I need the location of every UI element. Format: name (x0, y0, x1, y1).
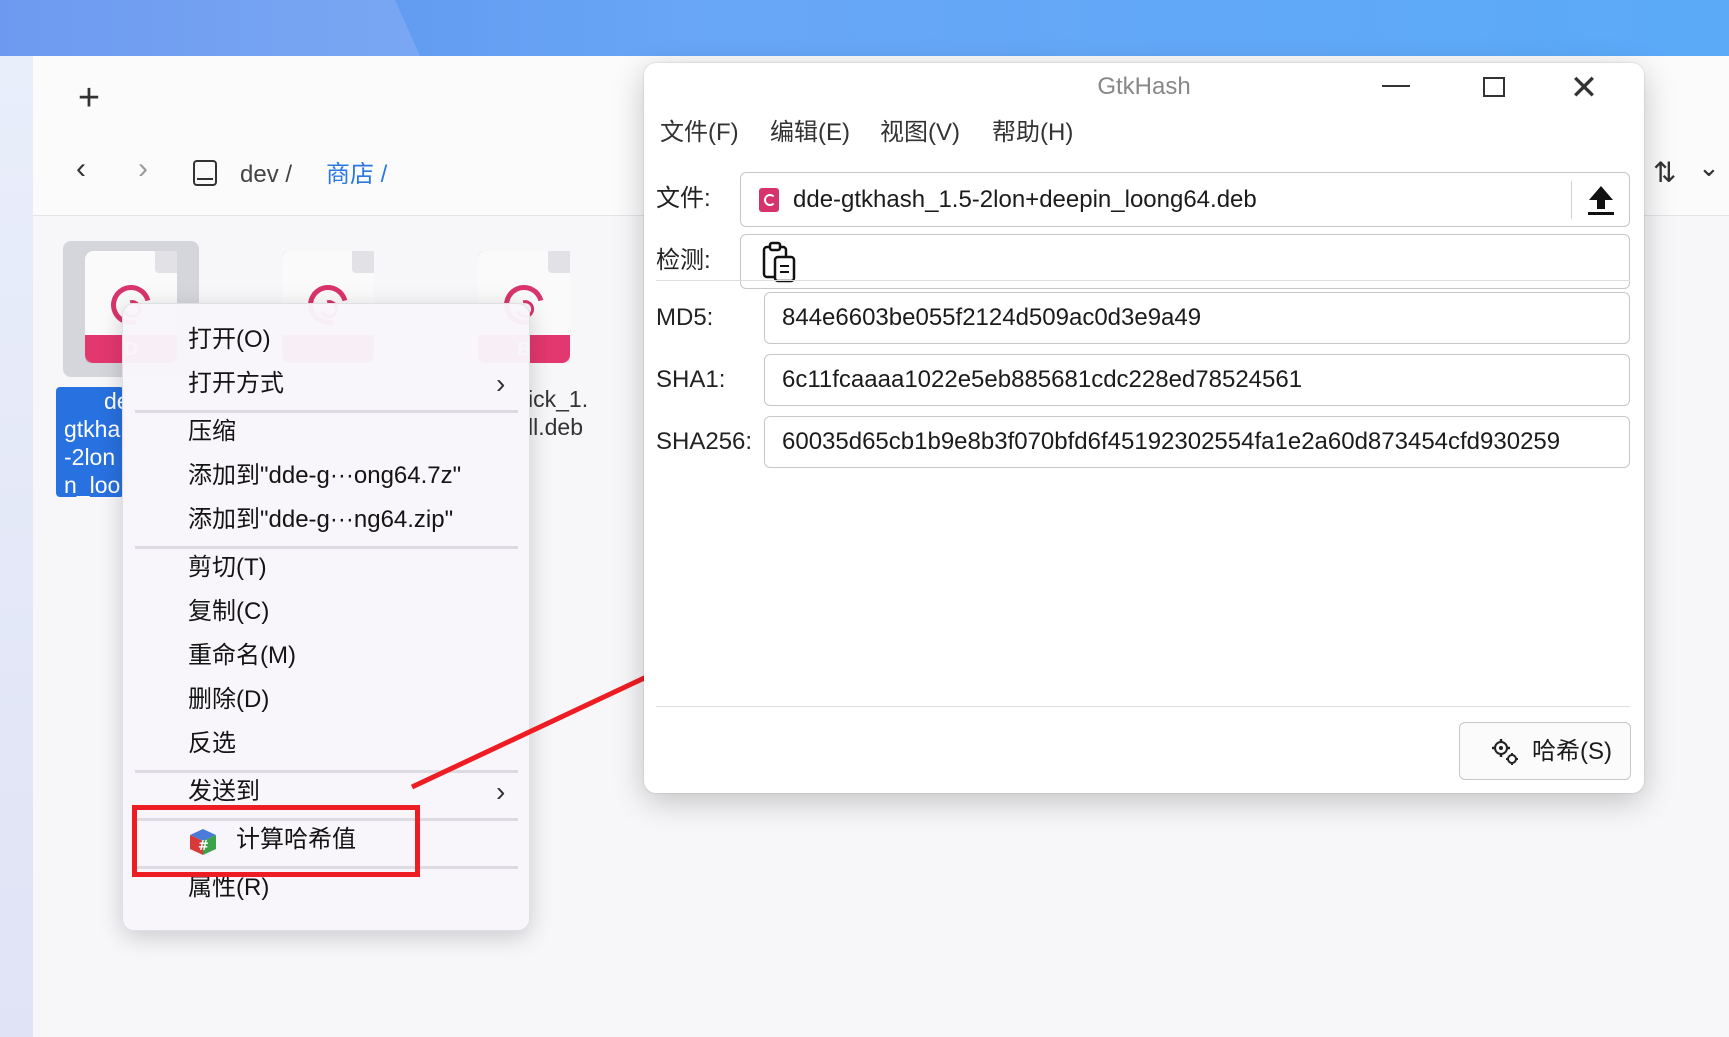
chevron-right-icon: › (496, 776, 506, 807)
menu-item-copy[interactable]: 复制(C) (188, 596, 269, 628)
hash-button[interactable]: 哈希(S) (1459, 722, 1631, 780)
menu-item-compress[interactable]: 压缩 (188, 416, 236, 448)
sort-icon[interactable]: ⇅ (1653, 156, 1676, 189)
close-button[interactable]: ✕ (1564, 71, 1604, 105)
menu-item-delete[interactable]: 删除(D) (188, 684, 269, 716)
minimize-button[interactable] (1376, 73, 1416, 103)
sha1-label: SHA1: (656, 366, 726, 393)
tab-shape (0, 0, 420, 56)
menu-item-rename[interactable]: 重命名(M) (188, 640, 296, 672)
annotation-highlight-box (132, 805, 420, 877)
menu-file[interactable]: 文件(F) (660, 117, 739, 149)
menu-item-open[interactable]: 打开(O) (188, 324, 271, 356)
menu-item-add-7z[interactable]: 添加到"dde-g···ong64.7z" (188, 460, 461, 492)
file-label: 文件: (656, 185, 711, 212)
gtkhash-window: GtkHash ✕ 文件(F) 编辑(E) 视图(V) 帮助(H) 文件: dd… (644, 63, 1644, 793)
menu-help[interactable]: 帮助(H) (992, 117, 1073, 149)
check-label: 检测: (656, 247, 711, 274)
chevron-right-icon: › (496, 368, 506, 399)
breadcrumb-store[interactable]: 商店 / (326, 160, 387, 190)
md5-label: MD5: (656, 304, 714, 331)
separator (656, 280, 1630, 281)
forward-button[interactable]: › (128, 154, 158, 184)
menu-separator (135, 410, 518, 413)
selected-file-label[interactable]: de gtkha -2lon n_loo e (56, 387, 124, 497)
desktop-top-band (0, 0, 1729, 56)
menu-item-open-with[interactable]: 打开方式 (188, 368, 284, 400)
menu-item-invert-selection[interactable]: 反选 (188, 728, 236, 760)
md5-output[interactable]: 844e6603be055f2124d509ac0d3e9a49 (764, 292, 1630, 344)
sha1-output[interactable]: 6c11fcaaaa1022e5eb885681cdc228ed78524561 (764, 354, 1630, 406)
chevron-down-icon[interactable]: ⌄ (1698, 152, 1720, 183)
maximize-button[interactable] (1474, 73, 1514, 103)
new-tab-button[interactable]: + (69, 78, 109, 118)
menu-separator (135, 770, 518, 773)
sha256-label: SHA256: (656, 428, 753, 455)
menu-item-cut[interactable]: 剪切(T) (188, 552, 267, 584)
deb-file-icon (759, 188, 779, 212)
file-chooser[interactable]: dde-gtkhash_1.5-2lon+deepin_loong64.deb (740, 172, 1630, 227)
menu-view[interactable]: 视图(V) (880, 117, 960, 149)
upload-icon[interactable] (1583, 183, 1619, 217)
file-label[interactable]: ick_1. ll.deb (528, 385, 588, 441)
menu-edit[interactable]: 编辑(E) (770, 117, 850, 149)
menu-item-add-zip[interactable]: 添加到"dde-g···ng64.zip" (188, 504, 453, 536)
desktop-left-strip (0, 56, 33, 1037)
gear-icon (1492, 739, 1518, 765)
file-chooser-name: dde-gtkhash_1.5-2lon+deepin_loong64.deb (793, 186, 1257, 213)
sha256-output[interactable]: 60035d65cb1b9e8b3f070bfd6f45192302554fa1… (764, 416, 1630, 468)
hash-button-label: 哈希(S) (1532, 738, 1612, 765)
breadcrumb-dev[interactable]: dev / (240, 160, 292, 190)
disk-icon (193, 160, 217, 186)
menu-separator (135, 546, 518, 549)
separator (656, 706, 1630, 707)
back-button[interactable]: ‹ (66, 154, 96, 184)
menu-item-send-to[interactable]: 发送到 (188, 776, 260, 808)
paste-icon[interactable] (759, 241, 799, 285)
